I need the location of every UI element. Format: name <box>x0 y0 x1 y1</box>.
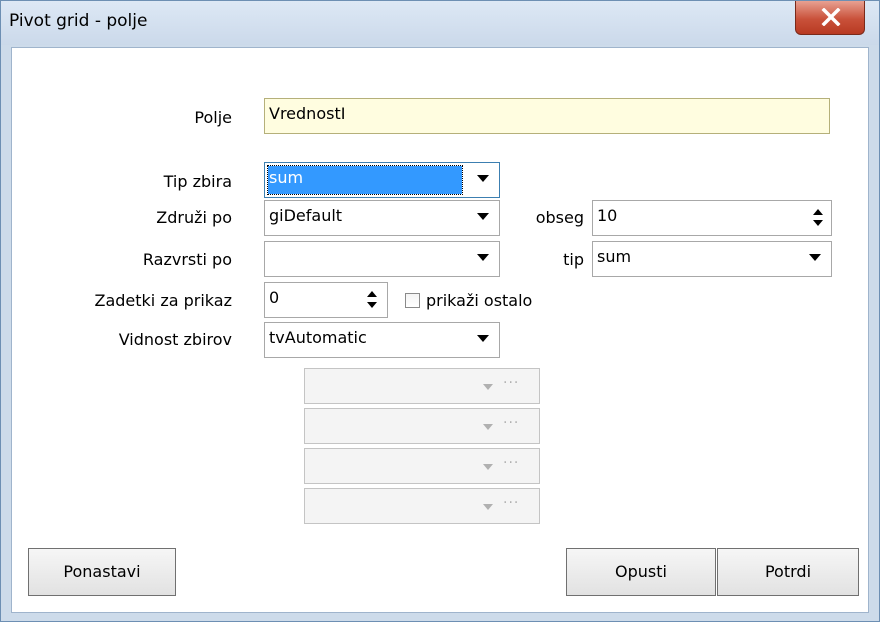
close-icon <box>821 8 841 26</box>
razvrsti-po-select[interactable] <box>264 241 500 277</box>
disabled-select-4: ··· <box>304 488 540 524</box>
dialog-window: Pivot grid - polje Polje VrednostI Tip z… <box>0 0 880 622</box>
window-title: Pivot grid - polje <box>9 11 148 31</box>
zadetki-spin-buttons[interactable] <box>363 283 381 317</box>
chevron-down-icon <box>483 384 493 390</box>
close-button[interactable] <box>795 1 865 35</box>
obseg-stepper[interactable]: 10 <box>592 200 832 236</box>
chevron-down-icon <box>477 175 489 182</box>
title-bar[interactable]: Pivot grid - polje <box>1 1 879 45</box>
chevron-down-icon <box>483 504 493 510</box>
prikazi-ostalo-label[interactable]: prikaži ostalo <box>426 291 532 311</box>
chevron-down-icon <box>483 464 493 470</box>
obseg-spin-buttons[interactable] <box>809 201 827 235</box>
obseg-label: obseg <box>535 208 584 227</box>
reset-button[interactable]: Ponastavi <box>28 548 176 596</box>
confirm-button[interactable]: Potrdi <box>717 548 859 596</box>
zadetki-stepper[interactable]: 0 <box>264 282 388 318</box>
tip-select[interactable]: sum <box>592 241 832 277</box>
tip-value: sum <box>597 247 632 266</box>
prikazi-ostalo-checkbox[interactable] <box>405 293 420 308</box>
chevron-down-icon <box>477 254 489 261</box>
ellipsis-icon: ··· <box>503 495 520 511</box>
spin-down-icon <box>367 302 377 308</box>
chevron-down-icon <box>483 424 493 430</box>
ellipsis-icon: ··· <box>503 455 520 471</box>
zadetki-label: Zadetki za prikaz <box>94 291 233 310</box>
tip-zbira-label: Tip zbira <box>163 172 232 191</box>
zdruzi-po-value: giDefault <box>269 206 343 225</box>
dialog-body: Polje VrednostI Tip zbira sum Združi po … <box>11 47 869 613</box>
ellipsis-icon: ··· <box>503 375 520 391</box>
chevron-down-icon <box>477 213 489 220</box>
ellipsis-icon: ··· <box>503 415 520 431</box>
disabled-select-2: ··· <box>304 408 540 444</box>
disabled-select-3: ··· <box>304 448 540 484</box>
vidnost-select[interactable]: tvAutomatic <box>264 322 500 358</box>
chevron-down-icon <box>477 335 489 342</box>
disabled-select-1: ··· <box>304 368 540 404</box>
spin-up-icon <box>367 291 377 297</box>
cancel-button[interactable]: Opusti <box>566 548 716 596</box>
vidnost-label: Vidnost zbirov <box>118 330 232 349</box>
zadetki-value: 0 <box>269 288 280 307</box>
tip-label: tip <box>563 250 584 269</box>
tip-zbira-select[interactable]: sum <box>264 162 500 198</box>
polje-label: Polje <box>194 108 232 127</box>
chevron-down-icon <box>809 254 821 261</box>
spin-up-icon <box>813 209 823 215</box>
vidnost-value: tvAutomatic <box>269 328 367 347</box>
spin-down-icon <box>813 220 823 226</box>
tip-zbira-value: sum <box>269 168 304 187</box>
zdruzi-po-select[interactable]: giDefault <box>264 200 500 236</box>
razvrsti-po-label: Razvrsti po <box>142 250 232 269</box>
polje-field[interactable]: VrednostI <box>264 98 830 134</box>
obseg-value: 10 <box>597 206 618 225</box>
zdruzi-po-label: Združi po <box>156 208 232 227</box>
